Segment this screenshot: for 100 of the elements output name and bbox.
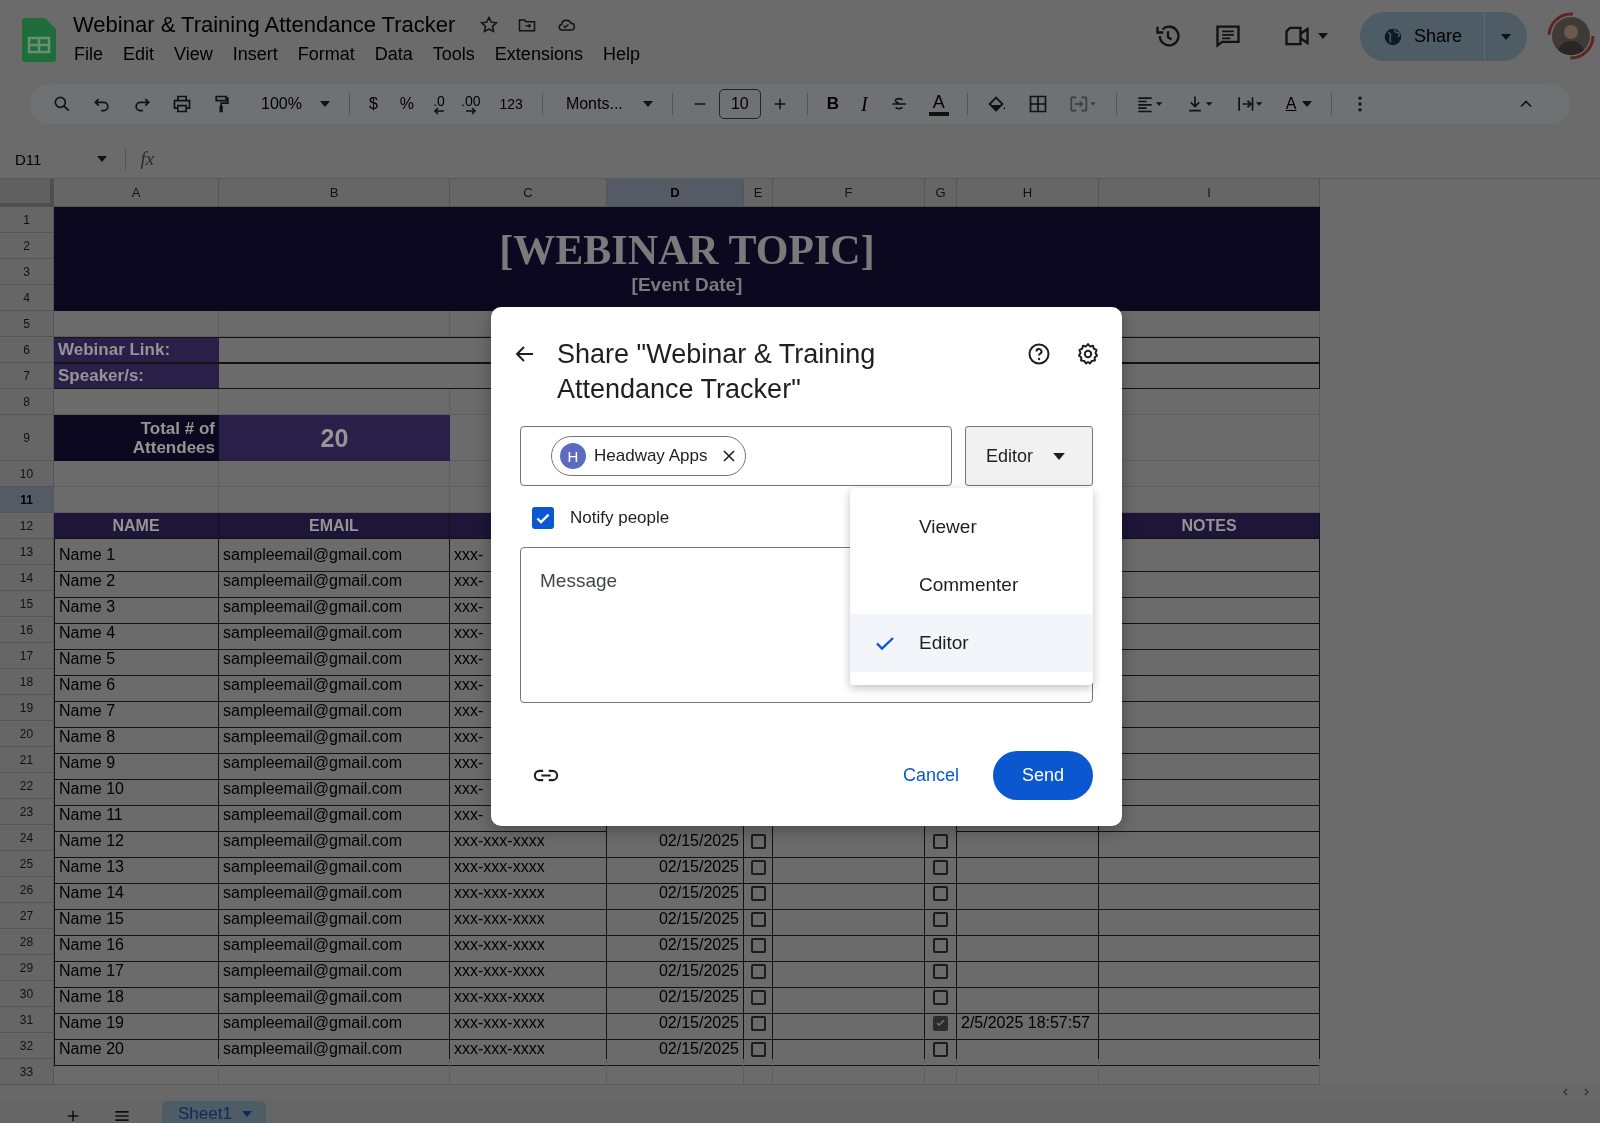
- table-cell: 02/15/2025: [607, 929, 744, 962]
- row-header[interactable]: 21: [0, 747, 54, 773]
- role-menu-item[interactable]: Commenter: [850, 556, 1093, 614]
- column-header[interactable]: E: [744, 179, 773, 207]
- column-header[interactable]: B: [219, 179, 450, 207]
- table-cell: sampleemail@gmail.com: [219, 981, 450, 1014]
- row-header[interactable]: 2: [0, 233, 54, 259]
- row-header[interactable]: 3: [0, 259, 54, 285]
- number-format-button[interactable]: 123: [488, 88, 534, 120]
- total-label: Total # of Attendees: [54, 415, 219, 461]
- banner-title: [WEBINAR TOPIC]: [499, 227, 875, 273]
- role-dropdown[interactable]: Editor: [965, 426, 1093, 486]
- row-header[interactable]: 30: [0, 981, 54, 1007]
- menu-item[interactable]: View: [165, 42, 222, 67]
- table-cell: xxx-xxx-xxxx: [450, 1007, 607, 1040]
- recipient-avatar: H: [560, 443, 586, 469]
- percent-button[interactable]: %: [388, 88, 426, 120]
- row-header[interactable]: 23: [0, 799, 54, 825]
- row-header[interactable]: 31: [0, 1007, 54, 1033]
- row-header[interactable]: 17: [0, 643, 54, 669]
- row-header[interactable]: 10: [0, 461, 54, 487]
- sheet-tab[interactable]: Sheet1: [162, 1101, 266, 1123]
- table-cell: xxx-xxx-xxxx: [450, 903, 607, 936]
- row-header[interactable]: 7: [0, 363, 54, 389]
- font-dropdown[interactable]: Monts...: [554, 88, 664, 120]
- table-cell: 02/15/2025: [607, 1033, 744, 1066]
- row-header[interactable]: 4: [0, 285, 54, 311]
- row-header[interactable]: 16: [0, 617, 54, 643]
- row-header[interactable]: 25: [0, 851, 54, 877]
- menu-item[interactable]: Tools: [423, 42, 484, 67]
- menu-item[interactable]: Help: [593, 42, 649, 67]
- column-header[interactable]: H: [957, 179, 1099, 207]
- recipient-field[interactable]: H Headway Apps: [520, 426, 952, 486]
- row-header[interactable]: 24: [0, 825, 54, 851]
- row-header[interactable]: 20: [0, 721, 54, 747]
- table-cell: sampleemail@gmail.com: [219, 695, 450, 728]
- row-header[interactable]: 27: [0, 903, 54, 929]
- table-cell: sampleemail@gmail.com: [219, 617, 450, 650]
- role-menu-item[interactable]: Editor: [850, 614, 1093, 672]
- table-cell: 02/15/2025: [607, 877, 744, 910]
- table-cell: 2/5/2025 18:57:57: [957, 1007, 1099, 1040]
- table-cell: sampleemail@gmail.com: [219, 1007, 450, 1040]
- row-header[interactable]: 1: [0, 207, 54, 233]
- column-header[interactable]: F: [773, 179, 925, 207]
- column-header[interactable]: C: [450, 179, 607, 207]
- zoom-dropdown[interactable]: 100%: [250, 88, 341, 120]
- row-header[interactable]: 12: [0, 513, 54, 539]
- row-header[interactable]: 19: [0, 695, 54, 721]
- table-cell: 02/15/2025: [607, 903, 744, 936]
- decrease-decimal-button[interactable]: .0: [425, 88, 454, 120]
- row-header[interactable]: 8: [0, 389, 54, 415]
- name-box[interactable]: D11: [0, 150, 108, 168]
- table-cell: xxx-xxx-xxxx: [450, 877, 607, 910]
- table-cell: xxx-xxx-xxxx: [450, 1033, 607, 1066]
- row-header[interactable]: 18: [0, 669, 54, 695]
- row-header[interactable]: 15: [0, 591, 54, 617]
- table-cell: sampleemail@gmail.com: [219, 1033, 450, 1066]
- currency-button[interactable]: $: [357, 88, 389, 120]
- row-header[interactable]: 28: [0, 929, 54, 955]
- row-header[interactable]: 11: [0, 487, 54, 513]
- total-value: 20: [219, 415, 450, 461]
- bold-button[interactable]: B: [815, 88, 851, 120]
- cancel-button[interactable]: Cancel: [886, 755, 975, 796]
- column-header[interactable]: A: [54, 179, 219, 207]
- send-button[interactable]: Send: [993, 751, 1093, 800]
- table-cell: sampleemail@gmail.com: [219, 877, 450, 910]
- text-rotation-button[interactable]: A: [1274, 88, 1324, 120]
- italic-button[interactable]: I: [850, 88, 879, 120]
- menu-item[interactable]: Edit: [114, 42, 164, 67]
- row-header[interactable]: 9: [0, 415, 54, 461]
- font-size-field[interactable]: 10: [718, 89, 761, 119]
- document-title[interactable]: Webinar & Training Attendance Tracker: [73, 12, 456, 38]
- table-cell: sampleemail@gmail.com: [219, 721, 450, 754]
- row-header[interactable]: 29: [0, 955, 54, 981]
- row-header[interactable]: 14: [0, 565, 54, 591]
- table-header: NAME: [54, 513, 219, 539]
- row-header[interactable]: 32: [0, 1033, 54, 1059]
- table-cell: xxx-xxx-xxxx: [450, 955, 607, 988]
- row-header[interactable]: 13: [0, 539, 54, 565]
- banner-subtitle: [Event Date]: [631, 273, 743, 297]
- menu-item[interactable]: File: [65, 42, 112, 67]
- row-header[interactable]: 5: [0, 311, 54, 337]
- row-header[interactable]: 33: [0, 1059, 54, 1085]
- increase-decimal-button[interactable]: .00: [453, 88, 489, 120]
- share-button[interactable]: Share: [1359, 12, 1485, 61]
- table-cell: xxx-xxx-xxxx: [450, 929, 607, 962]
- table-cell: sampleemail@gmail.com: [219, 825, 450, 858]
- menu-item[interactable]: Data: [365, 42, 422, 67]
- column-header[interactable]: D: [607, 179, 744, 207]
- menu-item[interactable]: Extensions: [485, 42, 592, 67]
- row-header[interactable]: 6: [0, 337, 54, 363]
- formula-label: fx: [140, 148, 155, 170]
- menu-item[interactable]: Format: [288, 42, 364, 67]
- row-header[interactable]: 22: [0, 773, 54, 799]
- row-header[interactable]: 26: [0, 877, 54, 903]
- table-cell: sampleemail@gmail.com: [219, 669, 450, 702]
- menu-item[interactable]: Insert: [223, 42, 287, 67]
- text-color-button[interactable]: A: [928, 92, 949, 116]
- table-cell: sampleemail@gmail.com: [219, 851, 450, 884]
- column-header[interactable]: G: [925, 179, 957, 207]
